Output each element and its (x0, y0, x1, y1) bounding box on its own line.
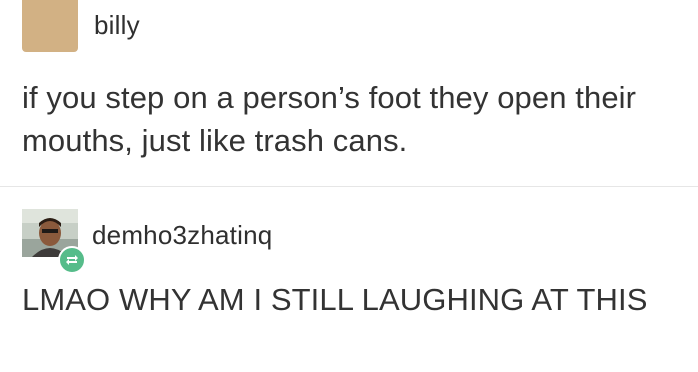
post-text: LMAO WHY AM I STILL LAUGHING AT THIS (22, 282, 648, 317)
reblog-arrows-icon (66, 255, 78, 265)
avatar[interactable] (22, 0, 78, 52)
username[interactable]: billy (94, 10, 140, 41)
post-billy: billy if you step on a person’s foot the… (0, 0, 698, 186)
reblog-icon (58, 246, 86, 274)
post-demho3zhatinq: demho3zhatinq LMAO WHY AM I STILL LAUGHI… (0, 187, 698, 372)
username[interactable]: demho3zhatinq (92, 220, 272, 251)
post-text: if you step on a person’s foot they open… (22, 80, 637, 158)
